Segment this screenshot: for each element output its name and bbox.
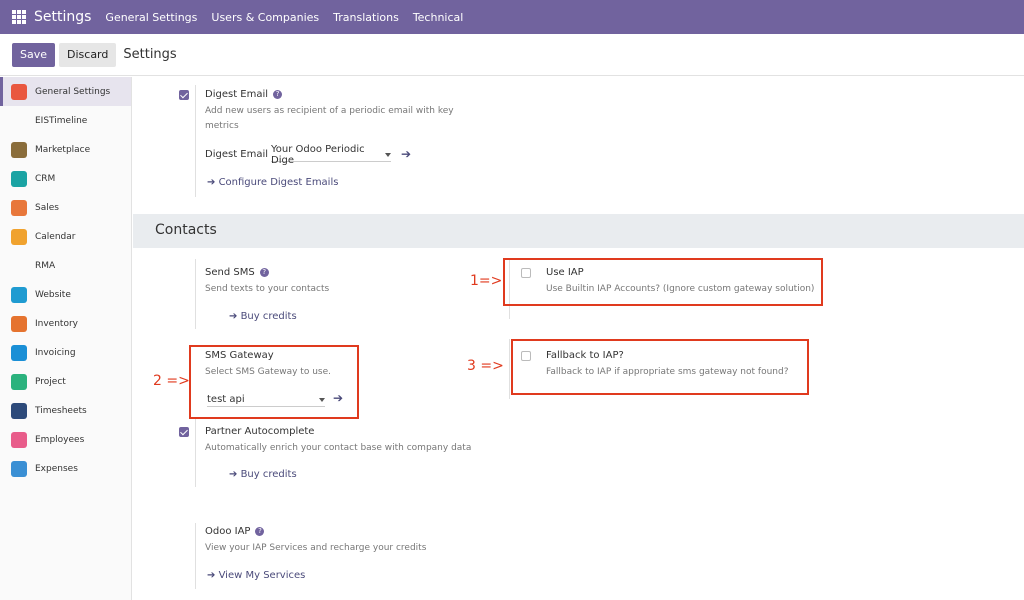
expenses-icon (11, 460, 27, 477)
sidebar-item-invoicing[interactable]: Invoicing (0, 338, 131, 367)
sidebar-item-label: General Settings (35, 86, 111, 97)
divider (195, 523, 196, 589)
sidebar-item-crm[interactable]: CRM (0, 164, 131, 193)
save-button[interactable]: Save (12, 42, 56, 67)
sidebar-item-label: Timesheets (35, 405, 87, 416)
sidebar-item-inventory[interactable]: Inventory (0, 309, 131, 338)
configure-digest-emails-link[interactable]: ➔ Configure Digest Emails (207, 177, 338, 188)
help-icon[interactable]: ? (273, 90, 283, 99)
calendar-icon (11, 228, 27, 245)
sidebar-item-label: Invoicing (35, 347, 76, 358)
inventory-icon (11, 315, 27, 332)
sidebar-item-label: Marketplace (35, 144, 91, 155)
nav-translations[interactable]: Translations (333, 11, 399, 24)
sidebar-item-label: Inventory (35, 318, 78, 329)
annotation-label-2: 2 => (153, 373, 190, 389)
sidebar-item-timesheets[interactable]: Timesheets (0, 396, 131, 425)
sidebar-item-label: Project (35, 376, 66, 387)
nav-users-companies[interactable]: Users & Companies (211, 11, 319, 24)
section-title: Contacts (155, 222, 217, 238)
help-icon[interactable]: ? (255, 527, 265, 536)
annotation-box-fallback (511, 339, 809, 395)
website-icon (11, 286, 27, 303)
settings-content: Digest Email? Add new users as recipient… (133, 77, 1024, 600)
annotation-label-1: 1=> (470, 273, 503, 289)
annotation-box-use-iap (503, 258, 823, 306)
settings-sidebar: General Settings EISTimeline Marketplace CR… (0, 77, 132, 600)
app-brand[interactable]: Settings (34, 9, 91, 25)
nav-technical[interactable]: Technical (413, 11, 464, 24)
sales-icon (11, 199, 27, 216)
sidebar-item-label: Expenses (35, 463, 78, 474)
send-sms-title: Send SMS? (205, 267, 269, 278)
sidebar-item-project[interactable]: Project (0, 367, 131, 396)
control-panel: Save Discard Settings (0, 34, 1024, 76)
sidebar-item-sales[interactable]: Sales (0, 193, 131, 222)
digest-email-checkbox[interactable] (179, 90, 189, 100)
external-link-arrow-icon[interactable]: ➔ (401, 147, 411, 161)
crm-icon (11, 170, 27, 187)
divider (195, 85, 196, 197)
digest-email-title: Digest Email? (205, 89, 283, 100)
partner-buy-credits-link[interactable]: ➔ Buy credits (229, 469, 297, 480)
invoicing-icon (11, 344, 27, 361)
view-my-services-link[interactable]: ➔ View My Services (207, 570, 305, 581)
sidebar-item-eistimeline[interactable]: EISTimeline (0, 106, 131, 135)
page-title: Settings (123, 47, 177, 62)
sidebar-item-label: Sales (35, 202, 59, 213)
sidebar-item-label: EISTimeline (35, 115, 88, 126)
sidebar-item-general-settings[interactable]: General Settings (0, 77, 131, 106)
timesheets-icon (11, 402, 27, 419)
sidebar-item-marketplace[interactable]: Marketplace (0, 135, 131, 164)
sidebar-item-website[interactable]: Website (0, 280, 131, 309)
apps-menu-icon[interactable] (12, 10, 26, 24)
partner-autocomplete-title: Partner Autocomplete (205, 426, 315, 437)
sidebar-item-label: RMA (35, 260, 56, 271)
digest-email-select[interactable]: Your Odoo Periodic Dige (271, 144, 391, 166)
sidebar-item-employees[interactable]: Employees (0, 425, 131, 454)
sidebar-item-calendar[interactable]: Calendar (0, 222, 131, 251)
divider (195, 259, 196, 329)
sidebar-item-label: Website (35, 289, 71, 300)
employees-icon (11, 431, 27, 448)
sidebar-item-label: Calendar (35, 231, 76, 242)
top-navbar: Settings General Settings Users & Compan… (0, 0, 1024, 34)
sidebar-item-label: Employees (35, 434, 85, 445)
blank-icon (11, 258, 27, 274)
divider (195, 419, 196, 487)
digest-email-field-label: Digest Email (205, 149, 269, 160)
project-icon (11, 373, 27, 390)
nav-general-settings[interactable]: General Settings (105, 11, 197, 24)
help-icon[interactable]: ? (259, 268, 269, 277)
sidebar-item-rma[interactable]: RMA (0, 251, 131, 280)
odoo-iap-title: Odoo IAP? (205, 526, 265, 537)
partner-autocomplete-checkbox[interactable] (179, 427, 189, 437)
send-sms-buy-credits-link[interactable]: ➔ Buy credits (229, 311, 297, 322)
contacts-section-header: Contacts (133, 214, 1024, 248)
marketplace-icon (11, 141, 27, 158)
annotation-label-3: 3 => (467, 358, 504, 374)
annotation-box-sms-gateway (189, 345, 359, 419)
chevron-down-icon (385, 152, 391, 157)
divider (509, 339, 510, 399)
sidebar-item-expenses[interactable]: Expenses (0, 454, 131, 483)
send-sms-description: Send texts to your contacts (205, 284, 330, 294)
partner-autocomplete-description: Automatically enrich your contact base w… (205, 443, 472, 453)
general-settings-icon (11, 83, 27, 100)
digest-email-description: Add new users as recipient of a periodic… (205, 106, 454, 131)
odoo-iap-description: View your IAP Services and recharge your… (205, 543, 427, 553)
sidebar-item-label: CRM (35, 173, 56, 184)
discard-button[interactable]: Discard (59, 42, 117, 67)
blank-icon (11, 113, 27, 129)
